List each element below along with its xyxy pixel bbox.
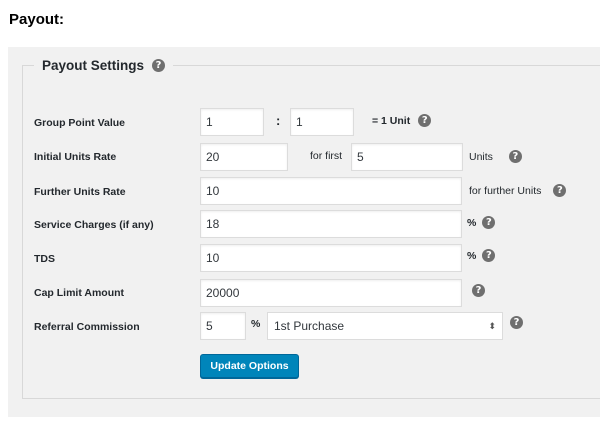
- group-point-right-input[interactable]: 1: [290, 108, 354, 136]
- group-point-left-input[interactable]: 1: [200, 108, 264, 136]
- tds-suffix: % ?: [467, 249, 496, 262]
- help-icon[interactable]: ?: [482, 249, 496, 262]
- further-units-suffix: for further Units ?: [469, 184, 567, 197]
- tds-suffix-text: %: [467, 249, 477, 262]
- initial-units-input[interactable]: 20: [200, 143, 288, 171]
- group-point-label: Group Point Value: [34, 117, 126, 129]
- legend-title: Payout Settings: [42, 58, 145, 73]
- cap-limit-label: Cap Limit Amount: [34, 287, 125, 299]
- initial-units-suffix-text: Units: [469, 150, 493, 163]
- group-point-suffix: = 1 Unit ?: [372, 114, 432, 127]
- further-units-input[interactable]: 10: [200, 177, 462, 205]
- page-heading: Payout:: [9, 11, 65, 28]
- select-arrows-icon: ⬍: [488, 321, 496, 331]
- cap-limit-input[interactable]: 20000: [200, 279, 462, 307]
- help-icon[interactable]: ?: [482, 216, 496, 229]
- further-units-suffix-text: for further Units: [469, 184, 542, 197]
- help-icon[interactable]: ?: [508, 150, 522, 163]
- update-options-button[interactable]: Update Options: [200, 354, 299, 378]
- help-icon[interactable]: ?: [510, 316, 523, 329]
- help-icon[interactable]: ?: [152, 59, 166, 72]
- group-point-separator: :: [276, 113, 281, 128]
- help-icon[interactable]: ?: [418, 114, 432, 127]
- further-units-label: Further Units Rate: [34, 186, 126, 198]
- service-charges-label: Service Charges (if any): [34, 219, 154, 231]
- service-charges-suffix: % ?: [467, 216, 496, 229]
- group-point-suffix-text: = 1 Unit: [372, 114, 411, 127]
- service-charges-input[interactable]: 18: [200, 210, 462, 238]
- service-charges-suffix-text: %: [467, 216, 477, 229]
- referral-unit: %: [251, 318, 261, 330]
- referral-select-value: 1st Purchase: [274, 319, 345, 333]
- initial-units-count-input[interactable]: 5: [351, 143, 463, 171]
- initial-units-mid-text: for first: [310, 150, 343, 162]
- settings-legend: Payout Settings ?: [34, 58, 174, 73]
- initial-units-suffix: Units ?: [469, 150, 522, 163]
- tds-label: TDS: [34, 253, 55, 265]
- tds-input[interactable]: 10: [200, 244, 462, 272]
- referral-select[interactable]: 1st Purchase ⬍: [267, 312, 503, 340]
- help-icon[interactable]: ?: [553, 184, 567, 197]
- referral-input[interactable]: 5: [200, 312, 246, 340]
- help-icon[interactable]: ?: [472, 284, 485, 297]
- referral-label: Referral Commission: [34, 321, 140, 333]
- initial-units-label: Initial Units Rate: [34, 151, 117, 163]
